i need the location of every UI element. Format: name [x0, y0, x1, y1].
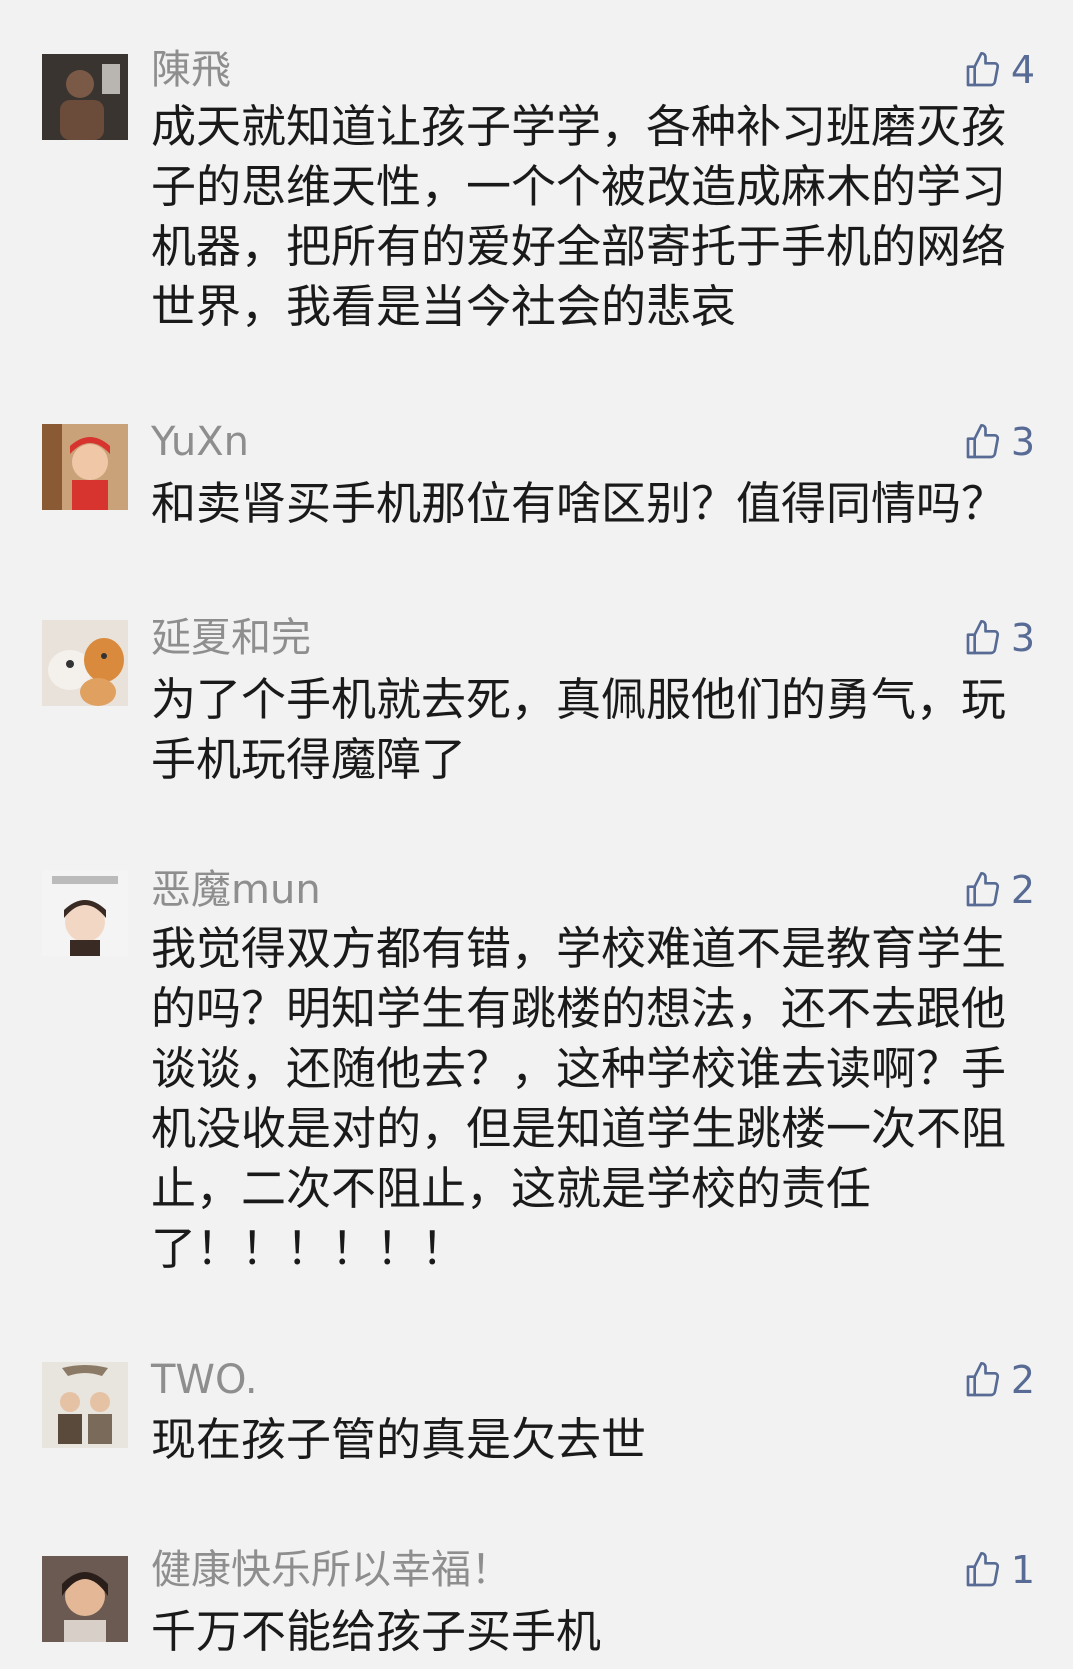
- comment-text: 为了个手机就去死，真佩服他们的勇气，玩 手机玩得魔障了: [151, 673, 1007, 786]
- comment-text: 现在孩子管的真是欠去世: [151, 1413, 647, 1466]
- like-button[interactable]: 3: [963, 614, 1035, 662]
- comment-text: 千万不能给孩子买手机: [151, 1605, 602, 1658]
- like-button[interactable]: 2: [963, 1356, 1035, 1404]
- thumbs-up-icon: [966, 872, 999, 907]
- user-avatar-icon[interactable]: [42, 620, 128, 706]
- user-avatar-icon[interactable]: [42, 54, 128, 140]
- comment-username[interactable]: 健康快乐所以幸福！: [151, 1546, 511, 1594]
- thumbs-up-icon: [966, 52, 999, 87]
- thumbs-up-icon: [966, 424, 999, 459]
- like-count: 3: [1010, 420, 1035, 464]
- like-count: 2: [1010, 868, 1035, 912]
- thumbs-up-icon: [966, 1552, 999, 1587]
- user-avatar-icon[interactable]: [42, 870, 128, 956]
- comment-text: 我觉得双方都有错，学校难道不是教育学生 的吗？明知学生有跳楼的想法，还不去跟他 …: [151, 922, 1007, 1275]
- comment-text: 和卖肾买手机那位有啥区别？值得同情吗？: [151, 477, 1007, 530]
- user-avatar-icon[interactable]: [42, 1556, 128, 1642]
- like-count: 1: [1010, 1548, 1035, 1592]
- comment-username[interactable]: 延夏和完: [151, 614, 311, 662]
- like-count: 2: [1010, 1358, 1035, 1402]
- comment-username[interactable]: 陳飛: [151, 46, 231, 94]
- like-button[interactable]: 3: [963, 418, 1035, 466]
- comment-username[interactable]: TWO.: [151, 1356, 258, 1404]
- thumbs-up-icon: [966, 1362, 999, 1397]
- comment-username[interactable]: YuXn: [151, 418, 249, 466]
- like-button[interactable]: 4: [963, 46, 1035, 94]
- user-avatar-icon[interactable]: [42, 424, 128, 510]
- comment-username[interactable]: 恶魔mun: [151, 866, 321, 914]
- comment-text: 成天就知道让孩子学学，各种补习班磨灭孩 子的思维天性，一个个被改造成麻木的学习 …: [151, 100, 1007, 333]
- like-count: 3: [1010, 616, 1035, 660]
- like-button[interactable]: 2: [963, 866, 1035, 914]
- like-count: 4: [1010, 48, 1035, 92]
- thumbs-up-icon: [966, 620, 999, 655]
- user-avatar-icon[interactable]: [42, 1362, 128, 1448]
- like-button[interactable]: 1: [963, 1546, 1035, 1594]
